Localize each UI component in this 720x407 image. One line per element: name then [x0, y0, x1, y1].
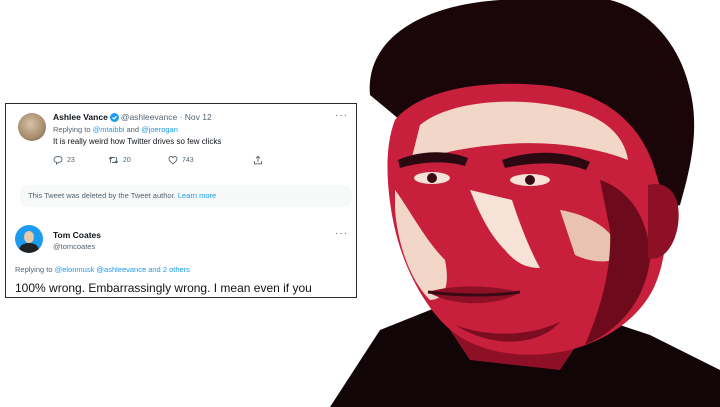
tweet-screenshot-card: Ashlee Vance @ashleevance · Nov 12 ··· Re… [5, 103, 357, 298]
reply-button[interactable]: 23 [53, 155, 75, 165]
tweet-header: Ashlee Vance @ashleevance · Nov 12 [53, 112, 212, 122]
author-name[interactable]: Tom Coates [53, 230, 101, 240]
replying-and: and [124, 125, 142, 134]
reply-count: 23 [67, 156, 75, 164]
avatar[interactable] [15, 225, 43, 253]
like-button[interactable]: 743 [168, 155, 194, 165]
learn-more-link[interactable]: Learn more [178, 191, 216, 200]
portrait-ear [648, 184, 679, 259]
reply-icon [53, 156, 63, 165]
retweet-icon [108, 156, 119, 164]
retweet-count: 20 [123, 156, 131, 164]
deleted-notice-text: This Tweet was deleted by the Tweet auth… [28, 191, 178, 200]
author-handle[interactable]: @tomcoates [53, 242, 95, 251]
reply-mentions[interactable]: @elonmusk @ashleevance and 2 others [55, 265, 190, 274]
author-handle[interactable]: @ashleevance [121, 112, 177, 122]
tweet-text: 100% wrong. Embarrassingly wrong. I mean… [15, 281, 312, 295]
reply-mention[interactable]: @joerogan [141, 125, 178, 134]
replying-prefix: Replying to [53, 125, 93, 134]
separator: · [177, 112, 185, 122]
tweet-ashlee-vance[interactable]: Ashlee Vance @ashleevance · Nov 12 ··· Re… [6, 104, 356, 184]
deleted-tweet-notice: This Tweet was deleted by the Tweet auth… [20, 185, 352, 207]
share-icon [254, 155, 262, 165]
like-count: 743 [182, 156, 194, 164]
replying-to: Replying to @mtaibbi and @joerogan [53, 125, 178, 134]
retweet-button[interactable]: 20 [108, 155, 131, 165]
more-icon[interactable]: ··· [335, 110, 348, 121]
share-button[interactable] [253, 155, 263, 165]
tweet-actions: 23 20 743 [53, 155, 313, 167]
more-icon[interactable]: ··· [335, 228, 348, 239]
replying-to: Replying to @elonmusk @ashleevance and 2… [15, 265, 190, 274]
tweet-date[interactable]: Nov 12 [185, 112, 212, 122]
like-icon [168, 155, 178, 165]
tweet-tom-coates[interactable]: Tom Coates @tomcoates ··· Replying to @e… [6, 210, 356, 297]
replying-prefix: Replying to [15, 265, 55, 274]
author-name[interactable]: Ashlee Vance [53, 112, 108, 122]
verified-badge-icon [109, 113, 119, 122]
reply-mention[interactable]: @mtaibbi [93, 125, 125, 134]
tweet-text: It is really weird how Twitter drives so… [53, 137, 222, 146]
avatar[interactable] [18, 113, 46, 141]
